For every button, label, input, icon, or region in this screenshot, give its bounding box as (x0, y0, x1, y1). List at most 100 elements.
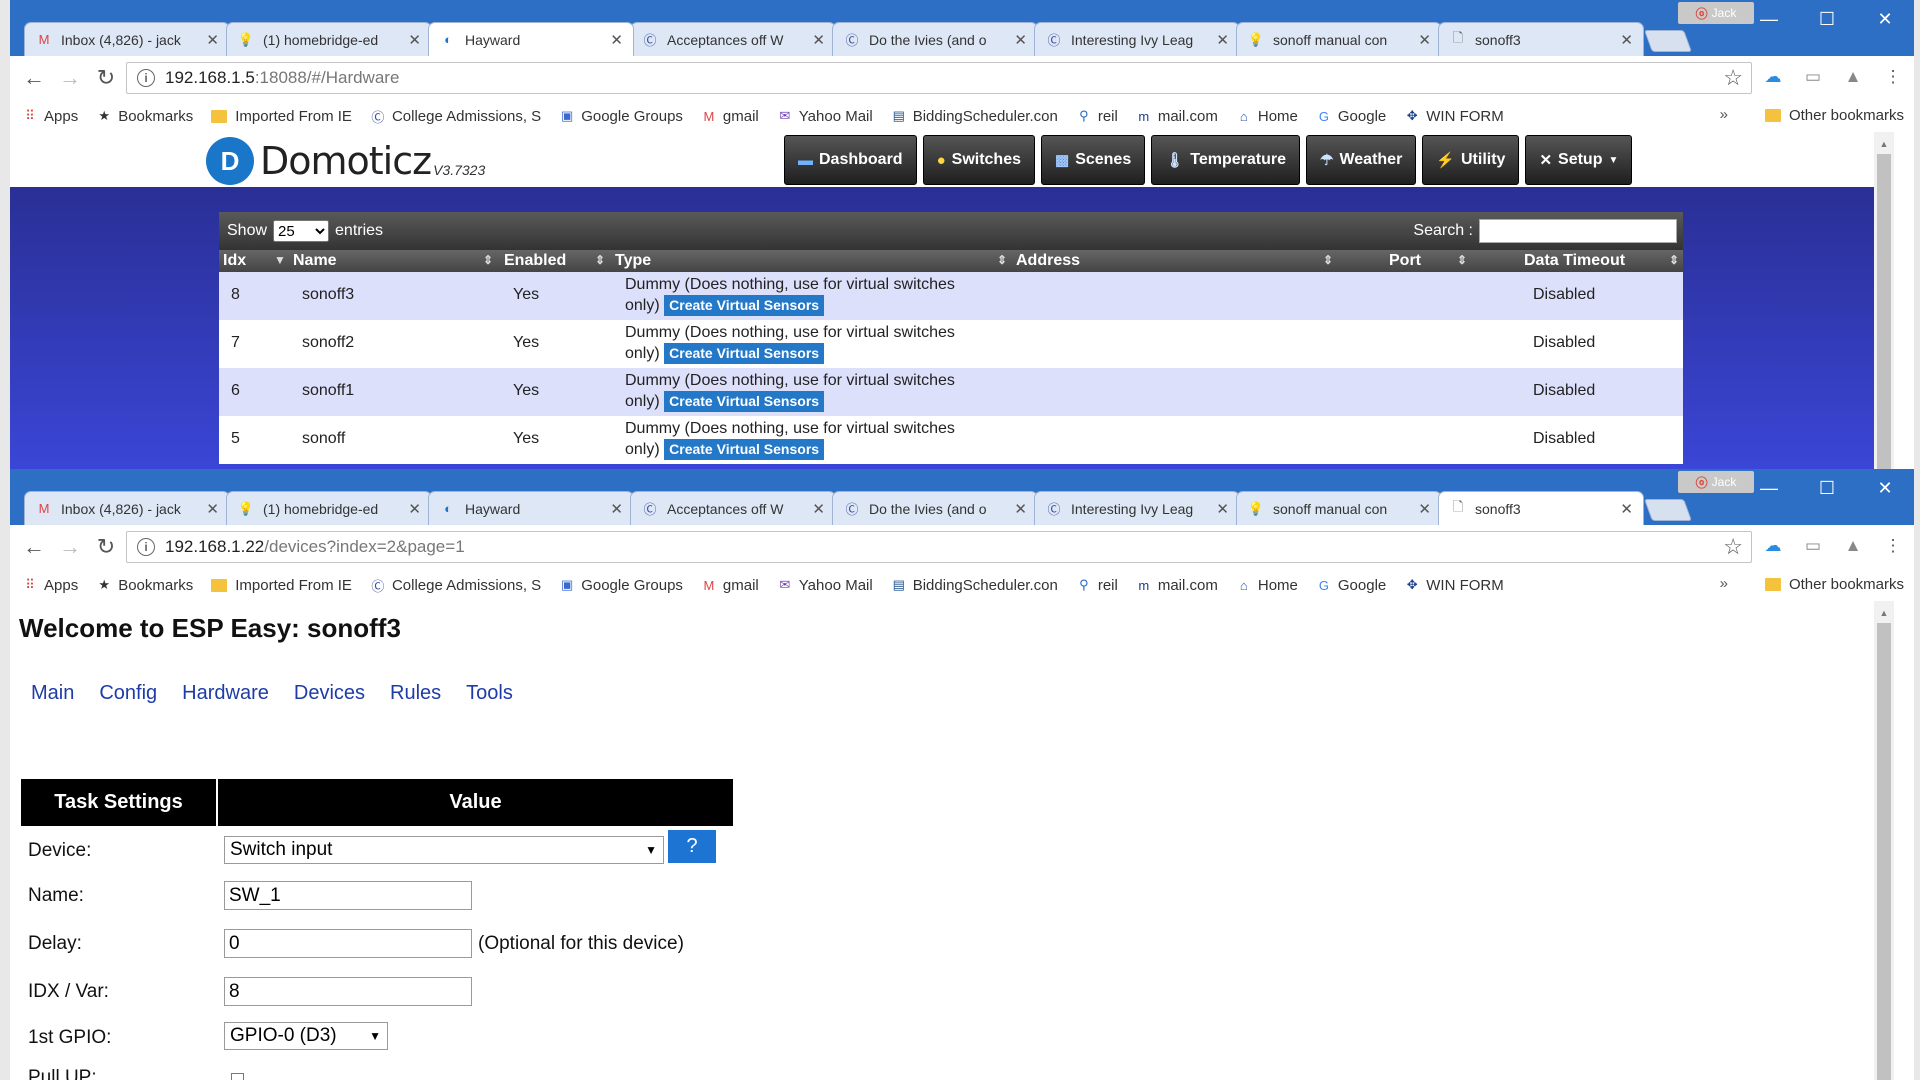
close-icon[interactable]: ✕ (408, 500, 421, 518)
create-virtual-sensors-button[interactable]: Create Virtual Sensors (664, 391, 825, 412)
close-window-icon[interactable]: ✕ (1856, 469, 1914, 507)
minimize-icon[interactable]: — (1740, 469, 1798, 507)
close-icon[interactable]: ✕ (1014, 500, 1027, 518)
bookmark-home[interactable]: ⌂ Home (1236, 577, 1298, 594)
bookmark-college[interactable]: Ⓒ College Admissions, S (370, 108, 541, 125)
tab-acceptances[interactable]: Ⓒ Acceptances off W ✕ (630, 22, 836, 56)
domoticz-logo[interactable]: D Domoticz V3.7323 (206, 137, 485, 185)
bookmark-apps[interactable]: ⠿ Apps (22, 108, 78, 125)
nav-switches[interactable]: ● Switches (922, 135, 1035, 185)
tab-sonoff-manual[interactable]: 💡 sonoff manual con ✕ (1236, 22, 1442, 56)
col-type[interactable]: Type (615, 252, 651, 270)
bookmark-reil[interactable]: ⚲ reil (1076, 108, 1118, 125)
extension-icon[interactable]: ▭ (1802, 535, 1824, 557)
create-virtual-sensors-button[interactable]: Create Virtual Sensors (664, 439, 825, 460)
new-tab-button[interactable] (1643, 30, 1693, 52)
menu-icon[interactable]: ⋮ (1882, 535, 1904, 557)
bookmark-college[interactable]: Ⓒ College Admissions, S (370, 577, 541, 594)
bookmark-winform[interactable]: ✥ WIN FORM (1404, 108, 1504, 125)
idx-var-input[interactable]: 8 (224, 977, 472, 1006)
close-icon[interactable]: ✕ (610, 500, 623, 518)
menu-devices[interactable]: Devices (294, 682, 365, 705)
minimize-icon[interactable]: — (1740, 0, 1798, 38)
maximize-icon[interactable]: ☐ (1798, 469, 1856, 507)
help-button[interactable]: ? (668, 830, 716, 863)
tab-inbox[interactable]: M Inbox (4,826) - jack ✕ (24, 491, 230, 525)
nav-setup[interactable]: ✕ Setup ▼ (1525, 135, 1633, 185)
back-icon[interactable]: ← (16, 60, 52, 96)
tab-hayward[interactable]: ◐ Hayward ✕ (428, 491, 634, 525)
star-icon[interactable]: ☆ (1723, 65, 1743, 91)
extension-icon[interactable]: ▭ (1802, 66, 1824, 88)
bookmark-bidding[interactable]: ▤ BiddingScheduler.con (891, 108, 1058, 125)
close-icon[interactable]: ✕ (1620, 500, 1633, 518)
close-icon[interactable]: ✕ (1418, 500, 1431, 518)
info-icon[interactable]: i (137, 69, 155, 87)
drive-icon[interactable]: ▲ (1842, 66, 1864, 88)
table-row[interactable]: 5 sonoff Yes Dummy (Does nothing, use fo… (219, 416, 1683, 464)
create-virtual-sensors-button[interactable]: Create Virtual Sensors (664, 343, 825, 364)
delay-input[interactable]: 0 (224, 929, 472, 958)
tab-hayward[interactable]: ◐ Hayward ✕ (428, 22, 634, 56)
menu-config[interactable]: Config (99, 682, 157, 705)
nav-dashboard[interactable]: ▬ Dashboard (784, 135, 917, 185)
col-name[interactable]: Name (293, 252, 337, 270)
maximize-icon[interactable]: ☐ (1798, 0, 1856, 38)
bookmark-yahoo[interactable]: ✉ Yahoo Mail (777, 108, 872, 125)
col-idx[interactable]: Idx (223, 252, 246, 270)
reload-icon[interactable]: ↻ (88, 529, 124, 565)
name-input[interactable]: SW_1 (224, 881, 472, 910)
col-enabled[interactable]: Enabled (504, 252, 566, 270)
bookmark-google-groups[interactable]: ▣ Google Groups (559, 577, 683, 594)
cloud-icon[interactable]: ☁ (1762, 66, 1784, 88)
drive-icon[interactable]: ▲ (1842, 535, 1864, 557)
address-bar[interactable]: i 192.168.1.22/devices?index=2&page=1 ☆ (126, 531, 1752, 563)
scroll-up-icon[interactable]: ▲ (1874, 136, 1894, 152)
menu-main[interactable]: Main (31, 682, 74, 705)
close-icon[interactable]: ✕ (812, 31, 825, 49)
tab-sonoff3[interactable]: 🗋 sonoff3 ✕ (1438, 22, 1644, 56)
close-icon[interactable]: ✕ (812, 500, 825, 518)
device-select[interactable]: Switch input ▼ (224, 836, 664, 864)
other-bookmarks[interactable]: Other bookmarks (1764, 576, 1904, 593)
info-icon[interactable]: i (137, 538, 155, 556)
close-icon[interactable]: ✕ (408, 31, 421, 49)
address-bar[interactable]: i 192.168.1.5:18088/#/Hardware ☆ (126, 62, 1752, 94)
tab-inbox[interactable]: M Inbox (4,826) - jack ✕ (24, 22, 230, 56)
cloud-icon[interactable]: ☁ (1762, 535, 1784, 557)
scroll-up-icon[interactable]: ▲ (1874, 605, 1894, 621)
tab-homebridge[interactable]: 💡 (1) homebridge-ed ✕ (226, 22, 432, 56)
col-port[interactable]: Port (1389, 252, 1421, 270)
table-row[interactable]: 6 sonoff1 Yes Dummy (Does nothing, use f… (219, 368, 1683, 416)
bookmark-mailcom[interactable]: m mail.com (1136, 577, 1217, 594)
menu-hardware[interactable]: Hardware (182, 682, 269, 705)
close-icon[interactable]: ✕ (1216, 500, 1229, 518)
bookmark-mailcom[interactable]: m mail.com (1136, 108, 1217, 125)
bookmarks-more-icon[interactable]: » (1720, 575, 1728, 592)
tab-ivies[interactable]: Ⓒ Do the Ivies (and o ✕ (832, 491, 1038, 525)
bookmark-google[interactable]: G Google (1316, 108, 1386, 125)
new-tab-button[interactable] (1643, 499, 1693, 521)
bookmark-imported[interactable]: Imported From IE (211, 577, 352, 594)
create-virtual-sensors-button[interactable]: Create Virtual Sensors (664, 295, 825, 316)
col-address[interactable]: Address (1016, 252, 1080, 270)
reload-icon[interactable]: ↻ (88, 60, 124, 96)
gpio-select[interactable]: GPIO-0 (D3) ▼ (224, 1022, 388, 1050)
search-input[interactable] (1479, 219, 1677, 243)
bookmark-gmail[interactable]: Mgmail (701, 577, 759, 594)
tab-ivy-league[interactable]: Ⓒ Interesting Ivy Leag ✕ (1034, 491, 1240, 525)
bookmark-home[interactable]: ⌂ Home (1236, 108, 1298, 125)
close-icon[interactable]: ✕ (1216, 31, 1229, 49)
bookmark-imported[interactable]: Imported From IE (211, 108, 352, 125)
pullup-checkbox[interactable] (231, 1073, 244, 1080)
nav-utility[interactable]: ⚡ Utility (1422, 135, 1520, 185)
close-icon[interactable]: ✕ (1014, 31, 1027, 49)
scrollbar-thumb[interactable] (1877, 623, 1891, 1080)
close-icon[interactable]: ✕ (1620, 31, 1633, 49)
tab-ivies[interactable]: Ⓒ Do the Ivies (and o ✕ (832, 22, 1038, 56)
table-row[interactable]: 7 sonoff2 Yes Dummy (Does nothing, use f… (219, 320, 1683, 368)
bookmark-yahoo[interactable]: ✉ Yahoo Mail (777, 577, 872, 594)
close-icon[interactable]: ✕ (610, 31, 623, 49)
bookmark-reil[interactable]: ⚲ reil (1076, 577, 1118, 594)
bookmark-google-groups[interactable]: ▣ Google Groups (559, 108, 683, 125)
